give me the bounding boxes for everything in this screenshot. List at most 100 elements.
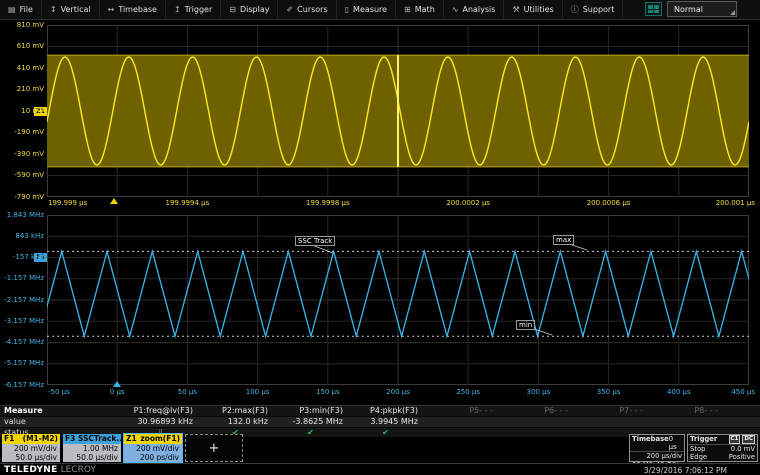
y-axis-label-top: 810 mV xyxy=(0,21,44,30)
trace-box-z1[interactable]: Z1zoom(F1)200 mV/div200 ps/div xyxy=(124,434,182,462)
measure-value-cell-p3: -3.8625 MHz xyxy=(273,417,348,427)
measure-value-cell-p2: 132.0 kHz xyxy=(198,417,273,427)
menu-item-label: Utilities xyxy=(524,5,554,14)
measure-value-cell-p7 xyxy=(573,417,648,427)
teledyne-lecroy-logo: TELEDYNELECROY xyxy=(4,465,96,475)
measure-header-cell-p1[interactable]: P1:freq@lv(F3) xyxy=(123,406,198,416)
top-graticule-z1-zoom[interactable] xyxy=(47,25,749,197)
y-axis-label-top: -790 mV xyxy=(0,193,44,202)
menu-items: ▤File↕Vertical↔Timebase↥Trigger⊟Display✐… xyxy=(0,0,623,19)
analysis-icon: ∿ xyxy=(452,6,459,14)
y-axis-label-bottom: -2.157 MHz xyxy=(0,296,44,305)
trace-box-f3[interactable]: F3 SSCTrack...1.00 MHz50.0 µs/div xyxy=(63,434,121,462)
trace-box-scale: 200 mV/div xyxy=(127,444,179,453)
y-axis-label-top: 610 mV xyxy=(0,42,44,51)
utilities-icon: ⚒ xyxy=(512,6,519,14)
menu-item-trigger[interactable]: ↥Trigger xyxy=(166,0,221,19)
x-axis-label-botc: 100 µs xyxy=(223,388,293,397)
menu-item-label: Timebase xyxy=(118,5,157,14)
x-axis-label-botc: -50 µs xyxy=(48,388,118,397)
measure-status-cell-p4: ✔ xyxy=(348,428,423,437)
math-icon: ⊞ xyxy=(404,6,411,14)
x-axis-label-topc: 200.001 µs xyxy=(685,199,755,208)
menu-item-support[interactable]: ⓘSupport xyxy=(563,0,624,19)
f3-zero-level-badge[interactable]: F3 xyxy=(34,253,47,262)
bottom-graticule-f3-ssctrack[interactable] xyxy=(47,215,749,385)
x-axis-label-botc: 0 µs xyxy=(82,388,152,397)
trigger-slope: Positive xyxy=(729,453,755,461)
menu-item-file[interactable]: ▤File xyxy=(0,0,42,19)
menu-item-analysis[interactable]: ∿Analysis xyxy=(444,0,505,19)
grid-layout-icon[interactable] xyxy=(645,2,662,16)
menu-item-display[interactable]: ⊟Display xyxy=(221,0,278,19)
menu-item-timebase[interactable]: ↔Timebase xyxy=(100,0,166,19)
trace-box-values: 200 mV/div50.0 µs/div xyxy=(2,444,60,462)
menu-item-vertical[interactable]: ↕Vertical xyxy=(42,0,100,19)
trace-box-f1[interactable]: F1(M1-M2)200 mV/div50.0 µs/div xyxy=(2,434,60,462)
menu-item-math[interactable]: ⊞ Math xyxy=(396,0,444,19)
measure-value-cell-p1: 30.96893 kHz xyxy=(123,417,198,427)
menu-item-label: Support xyxy=(583,5,615,14)
measure-header-cell-p7[interactable]: P7- - - xyxy=(573,406,648,416)
trace-box-timebase: 50.0 µs/div xyxy=(66,453,118,462)
trace-box-header: F1(M1-M2) xyxy=(2,434,60,444)
measure-header-cell-p3[interactable]: P3:min(F3) xyxy=(273,406,348,416)
x-axis-label-botc: 350 µs xyxy=(574,388,644,397)
trigger-label: Trigger xyxy=(690,435,717,444)
footer-bar: TELEDYNELECROY 3/29/2016 7:06:12 PM xyxy=(0,463,760,475)
timebase-offset: 0 µs xyxy=(669,435,682,451)
menu-item-label: File xyxy=(20,5,33,14)
measure-table: Measure P1:freq@lv(F3)P2:max(F3)P3:min(F… xyxy=(0,405,760,437)
display-mode-dropdown[interactable]: Normal xyxy=(667,1,737,17)
measure-header-cell-p2[interactable]: P2:max(F3) xyxy=(198,406,273,416)
measure-header-cell-p6[interactable]: P6- - - xyxy=(498,406,573,416)
y-axis-label-bottom: -6.157 MHz xyxy=(0,381,44,390)
trigger-type: Edge xyxy=(690,453,707,461)
trace-box-header: Z1zoom(F1) xyxy=(124,434,182,444)
y-axis-label-bottom: -3.157 MHz xyxy=(0,317,44,326)
trace-box-header: F3 SSCTrack... xyxy=(63,434,121,444)
y-axis-label-bottom: -4.157 MHz xyxy=(0,338,44,347)
menu-item-utilities[interactable]: ⚒ Utilities xyxy=(504,0,562,19)
x-axis-label-botc: 400 µs xyxy=(644,388,714,397)
add-trace-button[interactable]: + xyxy=(185,434,243,462)
measure-header-cell-p5[interactable]: P5- - - xyxy=(423,406,498,416)
timebase-label: Timebase xyxy=(632,435,669,451)
menu-item-measure[interactable]: ▯Measure xyxy=(337,0,396,19)
x-axis-label-botc: 200 µs xyxy=(363,388,433,397)
y-axis-label-top: -590 mV xyxy=(0,171,44,180)
x-axis-label-botc: 300 µs xyxy=(503,388,573,397)
trigger-icon: ↥ xyxy=(174,6,181,14)
measure-header-cell-p8[interactable]: P8- - - xyxy=(648,406,723,416)
z1-zero-level-badge[interactable]: Z1 xyxy=(34,107,47,116)
trace-box-subtitle: (M1-M2) xyxy=(23,434,58,444)
datetime-display: 3/29/2016 7:06:12 PM xyxy=(644,466,727,475)
trigger-descriptor-box[interactable]: Trigger C1 DC Stop 0.0 mV Edge Positive xyxy=(687,434,758,462)
measure-header-cell-p4[interactable]: P4:pkpk(F3) xyxy=(348,406,423,416)
trigger-position-marker-top[interactable] xyxy=(110,198,118,204)
menu-item-label: Measure xyxy=(353,5,387,14)
trace-box-values: 1.00 MHz50.0 µs/div xyxy=(63,444,121,462)
trigger-source-badge: C1 xyxy=(729,435,741,444)
measure-row-label-value: value xyxy=(0,417,123,427)
menu-item-label: Vertical xyxy=(61,5,91,14)
trace-box-scale: 1.00 MHz xyxy=(66,444,118,453)
trace-descriptor-boxes: F1(M1-M2)200 mV/div50.0 µs/divF3 SSCTrac… xyxy=(2,434,243,462)
menu-item-label: Math xyxy=(415,5,435,14)
measure-status-cell-p6 xyxy=(498,428,573,437)
timebase-descriptor-box[interactable]: Timebase 0 µs 200 µs/div 80 MS 40 GS/s xyxy=(629,434,685,462)
menu-item-label: Cursors xyxy=(297,5,327,14)
timebase-icon: ↔ xyxy=(108,6,115,14)
measure-value-cell-p5 xyxy=(423,417,498,427)
trigger-mode: Stop xyxy=(690,445,705,453)
trace-box-title: Z1 xyxy=(126,434,137,444)
trace-box-values: 200 mV/div200 ps/div xyxy=(124,444,182,462)
y-axis-label-top: 410 mV xyxy=(0,64,44,73)
menu-item-cursors[interactable]: ✐Cursors xyxy=(278,0,336,19)
y-axis-label-top: -190 mV xyxy=(0,128,44,137)
measure-status-cell-p3: ✔ xyxy=(273,428,348,437)
trigger-position-marker-bottom[interactable] xyxy=(113,381,121,387)
measure-status-cell-p5 xyxy=(423,428,498,437)
y-axis-label-bottom: 843 kHz xyxy=(0,232,44,241)
x-axis-label-topc: 200.0002 µs xyxy=(433,199,503,208)
